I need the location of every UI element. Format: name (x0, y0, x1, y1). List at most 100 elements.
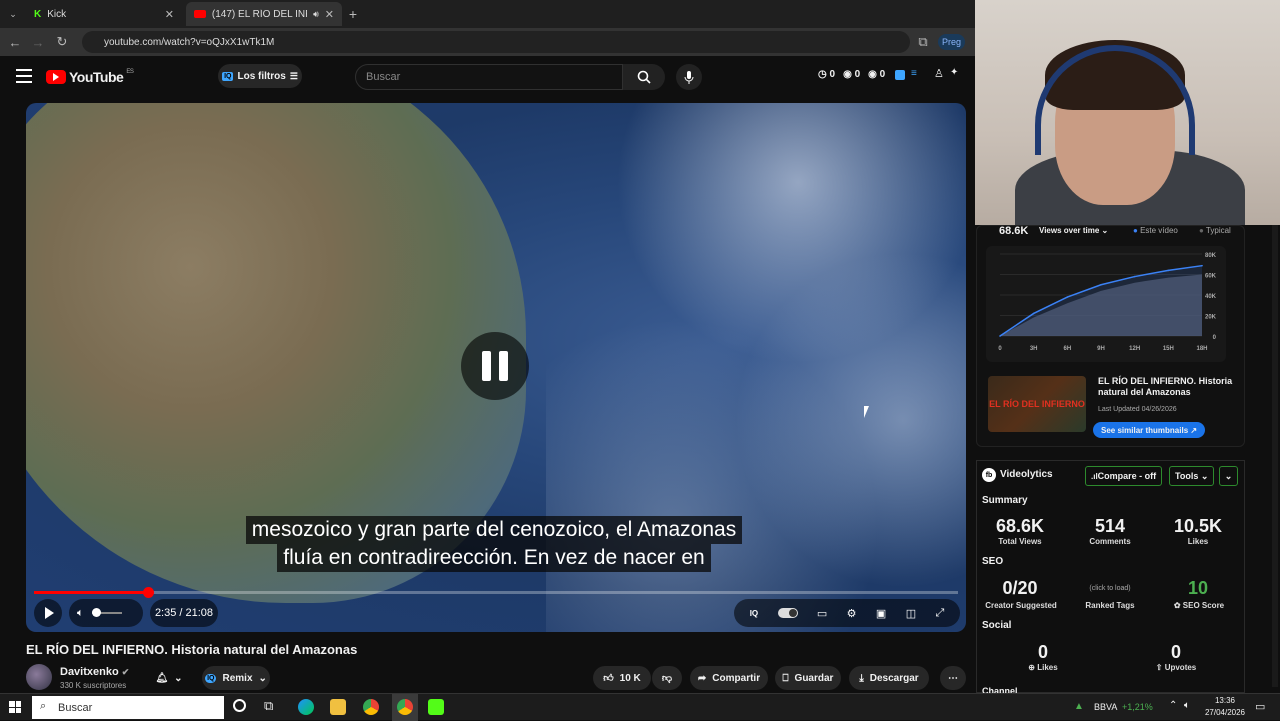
videolytics-logo-icon: fb (982, 468, 996, 482)
chart-point (1201, 264, 1203, 267)
back-icon[interactable]: ← (6, 33, 24, 51)
speaker-icon[interactable]: 🔈︎ (1184, 700, 1190, 711)
scrubber-handle[interactable] (142, 587, 154, 598)
edge-icon[interactable] (298, 699, 314, 715)
vidiq-player-icon[interactable]: IQ (750, 609, 758, 618)
cast-icon[interactable]: ⧉ (914, 33, 932, 51)
notifications-icon[interactable]: ▭ (1255, 700, 1265, 713)
kick-app-icon[interactable] (428, 699, 444, 715)
pause-overlay-icon[interactable] (461, 332, 529, 400)
settings-icon[interactable]: ⚙ (847, 607, 857, 620)
chevron-down-icon: ⌄ (1224, 470, 1233, 481)
close-icon[interactable]: ✕ (165, 8, 174, 21)
reload-icon[interactable]: ↻ (53, 33, 71, 51)
new-tab-button[interactable]: + (344, 5, 362, 23)
download-label: Descargar (869, 672, 919, 684)
mic-button[interactable] (676, 64, 702, 90)
task-view-icon[interactable]: ⧉ (264, 698, 273, 714)
close-icon[interactable]: ✕ (325, 8, 334, 21)
ask-button[interactable]: Preg (938, 34, 966, 50)
volume-control[interactable]: 🔈︎ (69, 599, 143, 627)
social-likes-label: ⊕ Likes (1028, 663, 1058, 672)
chart-x-tick: 9H (1097, 346, 1105, 352)
dislike-button[interactable]: 👎︎ (652, 666, 682, 690)
clock-count: ◷ 0 (818, 69, 836, 80)
region-code: ES (126, 69, 134, 75)
clock-time[interactable]: 13:36 (1200, 696, 1250, 705)
channel-heading: Channel (982, 686, 1018, 693)
sliders-icon: ☰ (289, 70, 298, 81)
video-thumbnail[interactable]: EL RÍO DEL INFIERNO (988, 376, 1086, 432)
legend-this-video: ● Este vídeo (1133, 226, 1178, 235)
similar-thumbnails-button[interactable]: See similar thumbnails ↗ (1093, 422, 1206, 438)
save-button[interactable]: ⎕ Guardar (775, 666, 841, 690)
play-button[interactable] (34, 599, 62, 627)
share-button[interactable]: ➦ Compartir (690, 666, 768, 690)
chrome-icon[interactable] (363, 699, 379, 715)
url-field[interactable]: youtube.com/watch?v=oQJxX1wTk1M (82, 31, 910, 53)
menu-icon[interactable] (16, 69, 32, 83)
tab-youtube[interactable]: (147) EL RÍO DEL INFIERNO 🔊︎ ✕ (186, 2, 342, 26)
webcam-overlay (975, 0, 1280, 225)
chevron-up-icon[interactable]: ⌃ (1169, 700, 1177, 711)
chrome-active-icon[interactable] (397, 699, 413, 715)
autoplay-toggle[interactable] (777, 608, 798, 618)
remix-button[interactable]: IQ Remix ⌄ (202, 666, 270, 690)
views-chart: 80K 60K 40K 20K 0 0 3H 6H 9H 12H 15H 18H (986, 246, 1226, 362)
upvotes-label: ⇧ Upvotes (1155, 663, 1197, 672)
captions-icon[interactable]: ▭ (817, 607, 827, 620)
more-actions-button[interactable]: ⋯ (940, 666, 966, 690)
stats-icon[interactable]: ≡ (911, 68, 917, 79)
panel-scrollbar[interactable] (1272, 225, 1278, 687)
ranked-tags-label: Ranked Tags (1085, 601, 1135, 610)
play-icon (45, 607, 54, 619)
address-bar-row: ← → ↻ youtube.com/watch?v=oQJxX1wTk1M ⧉ … (0, 28, 975, 56)
stock-name[interactable]: BBVA (1094, 702, 1117, 712)
comments-value: 514 (1094, 516, 1126, 536)
tab-list-icon[interactable]: ⌄ (4, 5, 22, 23)
tools-button[interactable]: Tools ⌄ (1169, 466, 1215, 486)
vidiq-icon[interactable] (895, 70, 905, 80)
subscriber-count: 330 K suscriptores (60, 681, 127, 690)
channel-name[interactable]: Davitxenko ✔ (60, 666, 129, 678)
like-count: 10 K (619, 672, 641, 684)
chart-x-tick: 12H (1129, 346, 1140, 352)
download-button[interactable]: ⤓ Descargar (849, 666, 929, 690)
thumbnail-text: EL RÍO DEL INFIERNO (989, 399, 1085, 409)
summary-heading: Summary (982, 495, 1028, 506)
tab-kick[interactable]: K Kick ✕ (26, 2, 182, 26)
thumbs-down-icon: 👎︎ (661, 673, 673, 684)
search-input[interactable]: Buscar (355, 64, 623, 90)
kick-icon: K (34, 8, 42, 20)
fullscreen-icon[interactable]: ⤢ (935, 607, 944, 620)
windows-start-icon[interactable] (9, 701, 21, 713)
filters-button[interactable]: IQ Los filtros ☰ (218, 64, 302, 88)
progress-bar[interactable] (34, 587, 958, 598)
collapse-button[interactable]: ⌄ (1219, 466, 1238, 486)
file-explorer-icon[interactable] (330, 699, 346, 715)
taskbar-search[interactable]: ⌕ Buscar (32, 696, 224, 719)
views-total: 68.6K (999, 225, 1029, 237)
chart-point (999, 335, 1001, 337)
sparkle-icon[interactable]: ✦ (950, 67, 958, 78)
cortana-icon[interactable] (233, 699, 246, 712)
chart-x-tick: 15H (1163, 346, 1174, 352)
tab-label: Kick (47, 8, 67, 20)
ranked-tags-hint[interactable]: (click to load) (1072, 585, 1148, 592)
volume-slider[interactable] (91, 608, 122, 617)
like-button[interactable]: 👍︎ 10 K (593, 666, 651, 690)
speaker-icon[interactable]: 🔊︎ (313, 9, 319, 20)
forward-icon[interactable]: → (29, 33, 47, 51)
trophy-icon[interactable]: ♙ (934, 67, 944, 80)
clock-date[interactable]: 27/04/2026 (1196, 708, 1254, 717)
cast-player-icon[interactable]: ◫ (906, 607, 916, 620)
chart-this-area (1000, 265, 1202, 336)
video-player[interactable]: mesozoico y gran parte del cenozoico, el… (26, 103, 966, 632)
notifications-button[interactable]: 🔔︎ ⌄ (146, 666, 192, 690)
compare-button[interactable]: .ıl Compare - off (1085, 466, 1163, 486)
views-over-time-dropdown[interactable]: Views over time ⌄ (1039, 226, 1108, 235)
miniplayer-icon[interactable]: ▣ (876, 607, 886, 620)
search-button[interactable] (623, 64, 665, 90)
channel-avatar[interactable] (26, 664, 52, 690)
youtube-logo[interactable]: YouTube ES (46, 69, 134, 85)
